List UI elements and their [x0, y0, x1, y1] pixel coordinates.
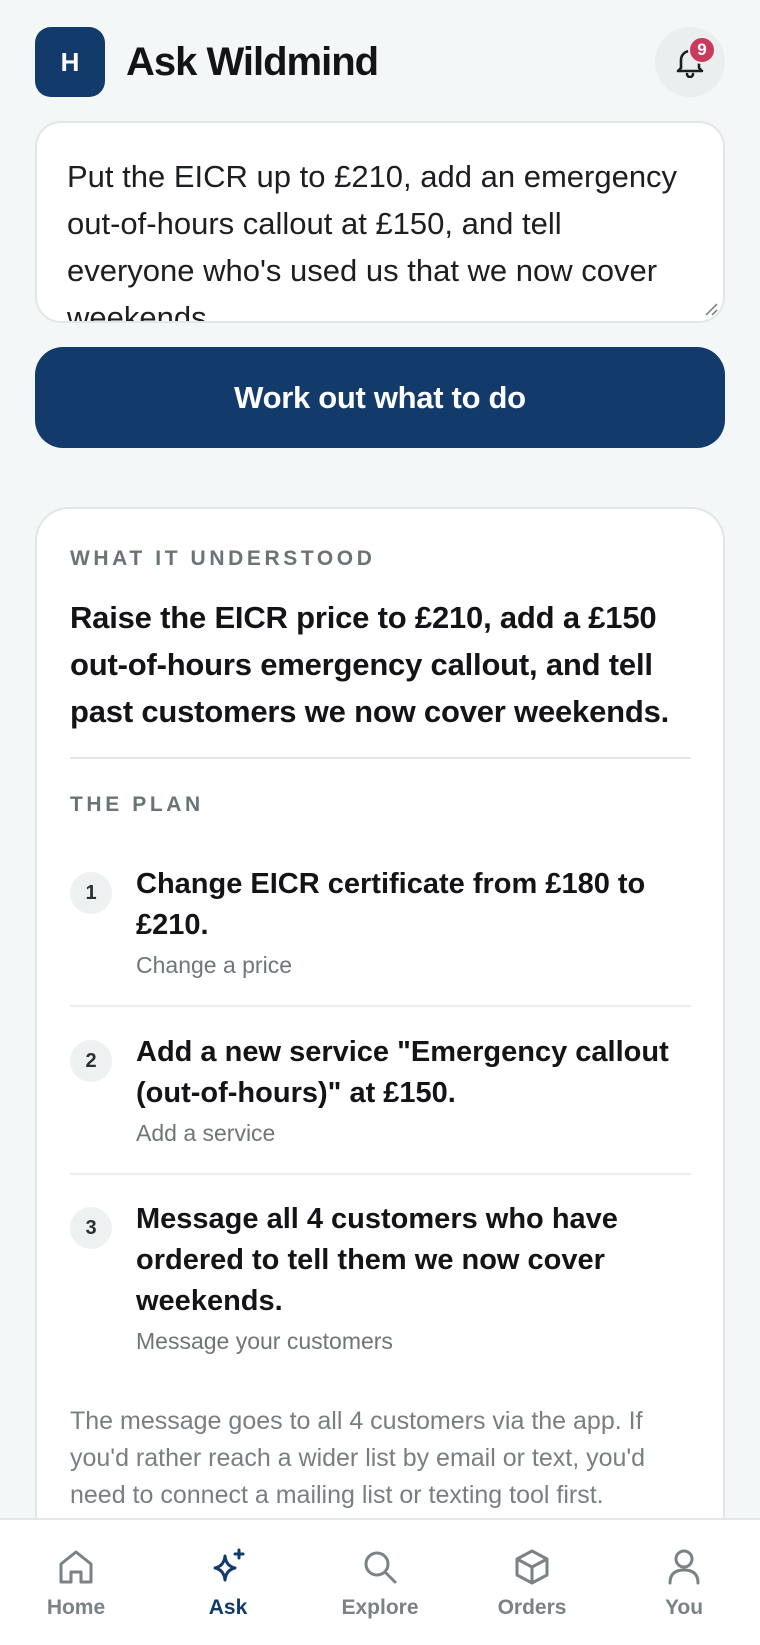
step-title: Change EICR certificate from £180 to £21…: [136, 868, 646, 941]
nav-home[interactable]: Home: [20, 1520, 132, 1645]
box-icon: [515, 1549, 549, 1585]
nav-label: Ask: [208, 1596, 248, 1619]
notification-badge: 9: [688, 36, 716, 64]
step-divider: [70, 1173, 691, 1175]
search-icon: [364, 1551, 397, 1584]
plan-label: THE PLAN: [70, 793, 204, 816]
step-divider: [70, 1005, 691, 1007]
divider: [70, 757, 691, 759]
ask-page: H Ask Wildmind 9 Put the EICR up to £210…: [0, 0, 760, 1645]
footnote: The message goes to all 4 customers via …: [70, 1407, 646, 1509]
sparkle-icon: [213, 1548, 245, 1582]
avatar[interactable]: H: [35, 27, 105, 97]
resize-handle-icon[interactable]: [703, 301, 719, 317]
nav-label: You: [664, 1596, 704, 1619]
understood-text: Raise the EICR price to £210, add a £150…: [70, 600, 670, 729]
understood-label: WHAT IT UNDERSTOOD: [70, 547, 376, 570]
nav-ask[interactable]: Ask: [172, 1520, 284, 1645]
nav-you[interactable]: You: [628, 1520, 740, 1645]
nav-label: Home: [46, 1596, 106, 1619]
app-header: H Ask Wildmind 9: [35, 27, 725, 97]
user-icon: [668, 1549, 700, 1585]
nav-label: Explore: [341, 1596, 419, 1619]
step-title: Add a new service "Emergency callout (ou…: [136, 1036, 669, 1109]
nav-label: Orders: [497, 1596, 567, 1619]
step-number: 3: [70, 1207, 112, 1249]
nav-explore[interactable]: Explore: [324, 1520, 436, 1645]
step-title: Message all 4 customers who have ordered…: [136, 1203, 618, 1317]
prompt-textarea[interactable]: Put the EICR up to £210, add an emergenc…: [35, 121, 725, 323]
nav-orders[interactable]: Orders: [476, 1520, 588, 1645]
step-type: Change a price: [136, 952, 292, 978]
bottom-nav: Home Ask Explore Orders You: [0, 1518, 760, 1645]
avatar-initial: H: [60, 46, 80, 77]
step-number: 2: [70, 1040, 112, 1082]
step-type: Add a service: [136, 1120, 276, 1146]
work-out-button[interactable]: Work out what to do: [35, 347, 725, 448]
result-card: WHAT IT UNDERSTOOD Raise the EICR price …: [35, 507, 725, 1645]
prompt-text[interactable]: Put the EICR up to £210, add an emergenc…: [67, 153, 693, 321]
step-number: 1: [70, 872, 112, 914]
page-title: Ask Wildmind: [126, 39, 379, 84]
notifications-button[interactable]: 9: [655, 27, 725, 97]
home-icon: [59, 1550, 93, 1584]
step-type: Message your customers: [136, 1328, 393, 1354]
